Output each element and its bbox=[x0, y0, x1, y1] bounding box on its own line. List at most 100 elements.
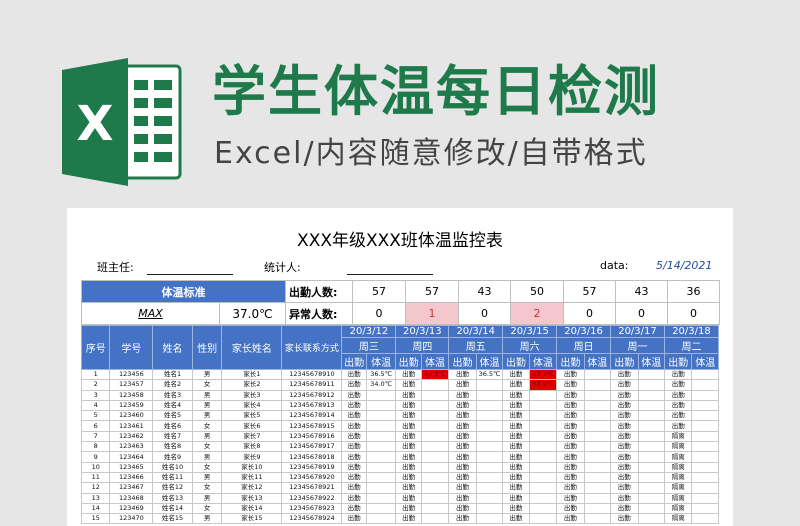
temperature-cell[interactable] bbox=[637, 441, 665, 453]
student-id[interactable]: 123464 bbox=[109, 451, 154, 463]
attendance-cell[interactable]: 出勤 bbox=[610, 399, 639, 412]
temperature-cell[interactable]: 34.0℃ bbox=[365, 379, 397, 391]
temperature-cell[interactable] bbox=[583, 451, 612, 463]
student-name[interactable]: 姓名4 bbox=[152, 399, 193, 412]
temperature-cell[interactable] bbox=[637, 430, 665, 443]
row-no[interactable]: 14 bbox=[80, 502, 111, 515]
student-id[interactable]: 123460 bbox=[109, 410, 154, 422]
temperature-cell[interactable] bbox=[528, 430, 558, 443]
row-no[interactable]: 11 bbox=[80, 471, 111, 484]
attendance-cell[interactable]: 出勤 bbox=[395, 379, 422, 391]
temperature-cell[interactable] bbox=[637, 461, 665, 473]
attendance-cell[interactable]: 出勤 bbox=[610, 502, 639, 515]
student-name[interactable]: 姓名2 bbox=[152, 379, 193, 391]
parent-phone[interactable]: 12345678920 bbox=[281, 471, 343, 484]
attendance-count[interactable]: 36 bbox=[667, 280, 720, 303]
student-gender[interactable]: 女 bbox=[191, 441, 223, 453]
temperature-cell[interactable] bbox=[475, 441, 504, 453]
temperature-cell[interactable] bbox=[365, 399, 397, 412]
student-id[interactable]: 123469 bbox=[109, 502, 154, 515]
temperature-cell[interactable] bbox=[691, 379, 719, 391]
attendance-cell[interactable]: 出勤 bbox=[610, 513, 639, 525]
parent-name[interactable]: 家长15 bbox=[221, 513, 283, 525]
attendance-cell[interactable]: 出勤 bbox=[341, 502, 367, 515]
attendance-cell[interactable]: 隔离 bbox=[663, 451, 693, 463]
temperature-cell[interactable] bbox=[528, 482, 558, 494]
temperature-cell[interactable]: 37.9℃ bbox=[528, 379, 558, 391]
attendance-cell[interactable]: 出勤 bbox=[556, 451, 585, 463]
parent-name[interactable]: 家长6 bbox=[221, 420, 283, 432]
student-id[interactable]: 123461 bbox=[109, 420, 154, 432]
student-gender[interactable]: 男 bbox=[191, 492, 223, 504]
student-gender[interactable]: 男 bbox=[191, 471, 223, 484]
abnormal-count[interactable]: 2 bbox=[510, 302, 564, 325]
temperature-cell[interactable] bbox=[475, 430, 504, 443]
parent-name[interactable]: 家长10 bbox=[221, 461, 283, 473]
temperature-cell[interactable] bbox=[528, 441, 558, 453]
temperature-cell[interactable] bbox=[691, 368, 719, 381]
attendance-cell[interactable]: 隔离 bbox=[663, 430, 693, 443]
temperature-cell[interactable] bbox=[365, 513, 397, 525]
temperature-cell[interactable] bbox=[365, 492, 397, 504]
student-name[interactable]: 姓名14 bbox=[152, 502, 193, 515]
temperature-cell[interactable] bbox=[365, 430, 397, 443]
parent-name[interactable]: 家长3 bbox=[221, 389, 283, 401]
attendance-cell[interactable]: 出勤 bbox=[448, 389, 477, 401]
parent-phone[interactable]: 12345678917 bbox=[281, 441, 343, 453]
temperature-cell[interactable] bbox=[475, 471, 504, 484]
temperature-cell[interactable] bbox=[528, 389, 558, 401]
attendance-cell[interactable]: 出勤 bbox=[502, 399, 530, 412]
attendance-cell[interactable]: 出勤 bbox=[556, 482, 585, 494]
attendance-cell[interactable]: 出勤 bbox=[556, 513, 585, 525]
temperature-cell[interactable] bbox=[583, 471, 612, 484]
attendance-cell[interactable]: 出勤 bbox=[556, 399, 585, 412]
parent-phone[interactable]: 12345678913 bbox=[281, 399, 343, 412]
student-id[interactable]: 123467 bbox=[109, 482, 154, 494]
attendance-cell[interactable]: 出勤 bbox=[556, 502, 585, 515]
temperature-cell[interactable] bbox=[637, 482, 665, 494]
temperature-cell[interactable]: 36.5℃ bbox=[475, 368, 504, 381]
temperature-cell[interactable] bbox=[691, 513, 719, 525]
attendance-cell[interactable]: 出勤 bbox=[395, 461, 422, 473]
temperature-cell[interactable] bbox=[365, 482, 397, 494]
student-gender[interactable]: 女 bbox=[191, 461, 223, 473]
attendance-cell[interactable]: 隔离 bbox=[663, 513, 693, 525]
attendance-cell[interactable]: 出勤 bbox=[341, 420, 367, 432]
temperature-cell[interactable] bbox=[583, 492, 612, 504]
row-no[interactable]: 12 bbox=[80, 482, 111, 494]
temperature-cell[interactable] bbox=[691, 389, 719, 401]
parent-name[interactable]: 家长7 bbox=[221, 430, 283, 443]
row-no[interactable]: 10 bbox=[80, 461, 111, 473]
attendance-cell[interactable]: 出勤 bbox=[502, 471, 530, 484]
teacher-field[interactable] bbox=[147, 274, 233, 275]
temperature-cell[interactable] bbox=[691, 482, 719, 494]
abnormal-count[interactable]: 0 bbox=[667, 302, 720, 325]
temperature-cell[interactable] bbox=[637, 471, 665, 484]
student-name[interactable]: 姓名7 bbox=[152, 430, 193, 443]
attendance-cell[interactable]: 出勤 bbox=[663, 399, 693, 412]
temperature-cell[interactable] bbox=[420, 461, 450, 473]
attendance-cell[interactable]: 出勤 bbox=[610, 461, 639, 473]
student-id[interactable]: 123463 bbox=[109, 441, 154, 453]
attendance-count[interactable]: 57 bbox=[563, 280, 616, 303]
attendance-cell[interactable]: 出勤 bbox=[341, 513, 367, 525]
attendance-cell[interactable]: 出勤 bbox=[502, 502, 530, 515]
attendance-count[interactable]: 43 bbox=[615, 280, 668, 303]
attendance-cell[interactable]: 出勤 bbox=[556, 492, 585, 504]
attendance-cell[interactable]: 出勤 bbox=[341, 410, 367, 422]
attendance-cell[interactable]: 出勤 bbox=[341, 389, 367, 401]
row-no[interactable]: 15 bbox=[80, 513, 111, 525]
attendance-cell[interactable]: 隔离 bbox=[663, 502, 693, 515]
temperature-cell[interactable] bbox=[637, 410, 665, 422]
student-gender[interactable]: 男 bbox=[191, 451, 223, 463]
attendance-cell[interactable]: 出勤 bbox=[502, 492, 530, 504]
temperature-cell[interactable] bbox=[475, 513, 504, 525]
attendance-count[interactable]: 43 bbox=[458, 280, 511, 303]
attendance-cell[interactable]: 出勤 bbox=[502, 420, 530, 432]
abnormal-count[interactable]: 0 bbox=[615, 302, 668, 325]
temperature-cell[interactable] bbox=[691, 420, 719, 432]
student-gender[interactable]: 男 bbox=[191, 410, 223, 422]
student-name[interactable]: 姓名10 bbox=[152, 461, 193, 473]
temperature-cell[interactable] bbox=[583, 410, 612, 422]
attendance-cell[interactable]: 出勤 bbox=[395, 399, 422, 412]
